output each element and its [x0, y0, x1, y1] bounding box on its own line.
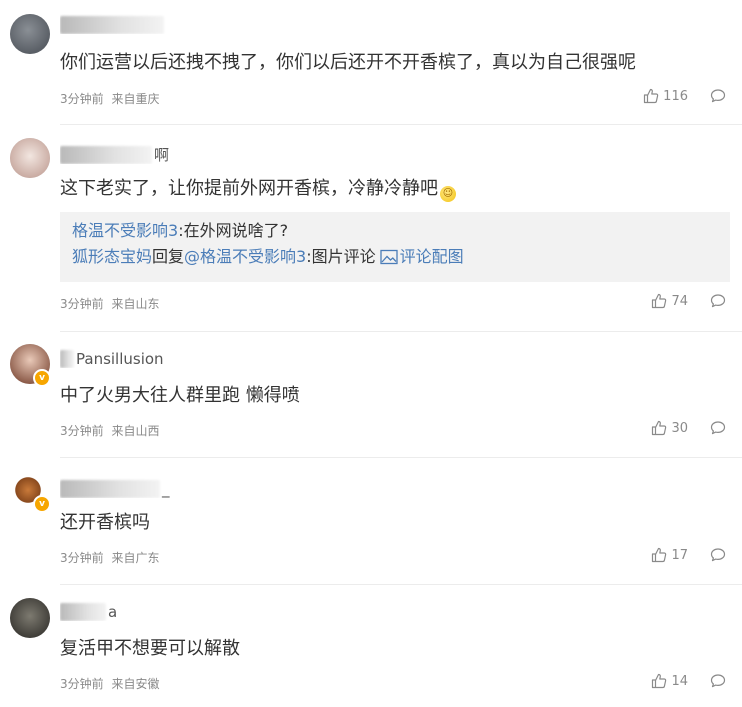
comment-time: 3分钟前	[60, 677, 104, 691]
comment-bubble-icon[interactable]	[710, 547, 726, 563]
reply-preview[interactable]: 格温不受影响3:在外网说啥了? 狐形态宝妈回复@格温不受影响3:图片评论 评论配图	[60, 212, 730, 282]
comment-meta: 3分钟前 来自山西	[60, 422, 159, 439]
comment-text: 还开香槟吗	[60, 512, 150, 533]
divider	[60, 331, 742, 332]
username[interactable]: Pansillusion	[60, 348, 164, 368]
comment-time: 3分钟前	[60, 424, 104, 438]
comment-actions: 14	[651, 673, 726, 689]
comment-meta: 3分钟前 来自山东	[60, 295, 159, 312]
verified-badge-icon: v	[33, 369, 51, 387]
reply-verb: 回复	[152, 247, 185, 266]
reply-username[interactable]: 格温不受影响3	[72, 221, 178, 240]
comment-text: 你们运营以后还拽不拽了，你们以后还开不开香槟了，真以为自己很强呢	[60, 52, 636, 73]
username[interactable]: _	[60, 478, 170, 498]
like-button[interactable]: 30	[651, 420, 688, 436]
comment-actions: 74	[651, 293, 726, 309]
emoji-icon: ☺	[440, 186, 456, 202]
comment-bubble-icon[interactable]	[710, 88, 726, 104]
comment-meta: 3分钟前 来自安徽	[60, 675, 159, 692]
avatar[interactable]	[10, 14, 50, 54]
comment-actions: 30	[651, 420, 726, 436]
thumbs-up-icon	[643, 88, 659, 104]
comment-list: 你们运营以后还拽不拽了，你们以后还开不开香槟了，真以为自己很强呢 3分钟前 来自…	[0, 0, 742, 707]
divider	[60, 457, 742, 458]
like-button[interactable]: 116	[643, 88, 688, 104]
reply-line: 狐形态宝妈回复@格温不受影响3:图片评论 评论配图	[72, 244, 718, 273]
comment-item: v Pansillusion 中了火男大往人群里跑 懒得喷 3分钟前 来自山西 …	[0, 344, 742, 457]
avatar[interactable]	[10, 598, 50, 638]
comment-location: 来自广东	[111, 551, 160, 565]
like-button[interactable]: 74	[651, 293, 688, 309]
comment-item: a 复活甲不想要可以解散 3分钟前 来自安徽 14	[0, 598, 742, 707]
username[interactable]: a	[60, 601, 117, 621]
like-button[interactable]: 14	[651, 673, 688, 689]
comment-text: 复活甲不想要可以解散	[60, 638, 240, 659]
comment-actions: 116	[643, 88, 726, 104]
comment-bubble-icon[interactable]	[710, 673, 726, 689]
comment-item: 你们运营以后还拽不拽了，你们以后还开不开香槟了，真以为自己很强呢 3分钟前 来自…	[0, 14, 742, 124]
comment-location: 来自安徽	[111, 677, 160, 691]
image-icon	[379, 247, 398, 273]
reply-mention[interactable]: @格温不受影响3	[184, 247, 306, 266]
thumbs-up-icon	[651, 673, 667, 689]
comment-meta: 3分钟前 来自重庆	[60, 90, 159, 107]
reply-username[interactable]: 狐形态宝妈	[72, 247, 152, 266]
thumbs-up-icon	[651, 547, 667, 563]
comment-time: 3分钟前	[60, 551, 104, 565]
comment-bubble-icon[interactable]	[710, 420, 726, 436]
divider	[60, 124, 742, 125]
like-count: 74	[671, 293, 688, 309]
comment-time: 3分钟前	[60, 297, 104, 311]
reply-text: :图片评论	[306, 247, 376, 266]
divider	[60, 584, 742, 585]
comment-item: v _ 还开香槟吗 3分钟前 来自广东 17	[0, 472, 742, 584]
thumbs-up-icon	[651, 420, 667, 436]
username[interactable]	[60, 14, 166, 34]
comment-actions: 17	[651, 547, 726, 563]
comment-text: 这下老实了，让你提前外网开香槟，冷静冷静吧 ☺	[60, 176, 456, 202]
comment-item: 啊 这下老实了，让你提前外网开香槟，冷静冷静吧 ☺ 格温不受影响3:在外网说啥了?…	[0, 138, 742, 331]
comment-meta: 3分钟前 来自广东	[60, 549, 159, 566]
reply-image-link[interactable]: 评论配图	[400, 247, 464, 266]
comment-text: 中了火男大往人群里跑 懒得喷	[60, 385, 300, 406]
like-button[interactable]: 17	[651, 547, 688, 563]
reply-text: :在外网说啥了?	[178, 221, 289, 240]
username[interactable]: 啊	[60, 144, 169, 164]
comment-location: 来自山西	[111, 424, 160, 438]
like-count: 17	[671, 547, 688, 563]
like-count: 116	[663, 88, 688, 104]
avatar[interactable]	[10, 138, 50, 178]
like-count: 14	[671, 673, 688, 689]
comment-location: 来自山东	[111, 297, 160, 311]
comment-bubble-icon[interactable]	[710, 293, 726, 309]
like-count: 30	[671, 420, 688, 436]
comment-location: 来自重庆	[111, 92, 160, 106]
thumbs-up-icon	[651, 293, 667, 309]
comment-time: 3分钟前	[60, 92, 104, 106]
verified-badge-icon: v	[33, 495, 51, 513]
reply-line: 格温不受影响3:在外网说啥了?	[72, 218, 718, 244]
